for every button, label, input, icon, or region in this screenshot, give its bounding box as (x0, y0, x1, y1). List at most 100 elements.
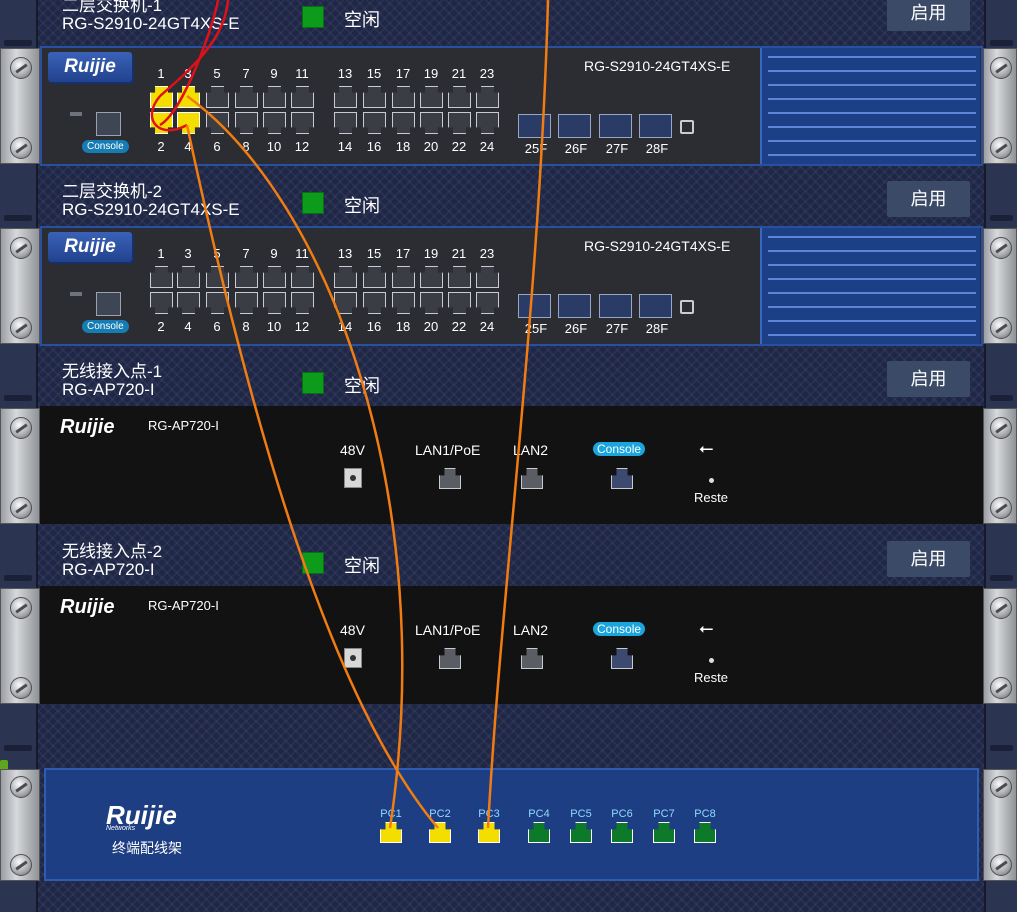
patch-port-pc7[interactable] (653, 822, 675, 843)
port-16[interactable] (363, 112, 386, 134)
port-7[interactable] (235, 266, 258, 288)
port-11[interactable] (291, 266, 314, 288)
port-4[interactable] (177, 112, 200, 134)
patch-port-pc2[interactable] (429, 822, 451, 843)
terminal-patch-panel: Ruijie Networks 终端配线架 PC1 PC2 PC3 PC4 PC5 PC6… (44, 768, 979, 881)
enable-button[interactable]: 启用 (887, 181, 970, 217)
sfp-port-27F[interactable] (599, 114, 632, 138)
sfp-port-26F[interactable] (558, 294, 591, 318)
port-21[interactable] (448, 266, 471, 288)
device-ear-left (0, 228, 40, 344)
console-port[interactable] (96, 292, 121, 316)
patch-port-pc5[interactable] (570, 822, 592, 843)
sfp-port-28F[interactable] (639, 294, 672, 318)
patch-port-pc1[interactable] (380, 822, 402, 843)
power-jack[interactable] (344, 468, 362, 488)
port-8[interactable] (235, 292, 258, 314)
port-6[interactable] (206, 292, 229, 314)
port-15[interactable] (363, 86, 386, 108)
port-14[interactable] (334, 292, 357, 314)
port-24[interactable] (476, 292, 499, 314)
sfp-port-label: 26F (564, 321, 588, 336)
sfp-port-25F[interactable] (518, 114, 551, 138)
port-4[interactable] (177, 292, 200, 314)
port-6[interactable] (206, 112, 229, 134)
port-13[interactable] (334, 86, 357, 108)
port-10[interactable] (263, 292, 286, 314)
console-port[interactable] (611, 468, 633, 489)
power-jack[interactable] (344, 648, 362, 668)
port-22[interactable] (448, 292, 471, 314)
enable-button[interactable]: 启用 (887, 0, 970, 31)
port-10[interactable] (263, 112, 286, 134)
sfp-port-26F[interactable] (558, 114, 591, 138)
port-20[interactable] (420, 112, 443, 134)
port-5[interactable] (206, 86, 229, 108)
port-12[interactable] (291, 112, 314, 134)
patch-panel-ear-left (0, 769, 40, 881)
port-16[interactable] (363, 292, 386, 314)
port-17[interactable] (392, 266, 415, 288)
port-13[interactable] (334, 266, 357, 288)
enable-button[interactable]: 启用 (887, 361, 970, 397)
sfp-port-25F[interactable] (518, 294, 551, 318)
port-15[interactable] (363, 266, 386, 288)
port-9[interactable] (263, 266, 286, 288)
port-number: 2 (157, 139, 165, 154)
port-2[interactable] (150, 112, 173, 134)
patch-port-pc3[interactable] (478, 822, 500, 843)
reset-label: Reste (694, 670, 728, 685)
port-number: 23 (479, 66, 495, 81)
sfp-port-28F[interactable] (639, 114, 672, 138)
port-1[interactable] (150, 266, 173, 288)
lan1-poe-port[interactable] (439, 648, 461, 669)
port-17[interactable] (392, 86, 415, 108)
reset-button[interactable] (709, 658, 714, 663)
screw-icon (10, 57, 32, 79)
port-3[interactable] (177, 266, 200, 288)
port-8[interactable] (235, 112, 258, 134)
vent-grille (760, 228, 980, 344)
port-19[interactable] (420, 266, 443, 288)
port-24[interactable] (476, 112, 499, 134)
device-ear-right (983, 588, 1017, 704)
reset-button[interactable] (709, 478, 714, 483)
console-port[interactable] (96, 112, 121, 136)
port-number: 19 (423, 66, 439, 81)
device-status: 空闲 (344, 196, 380, 216)
port-23[interactable] (476, 266, 499, 288)
enable-button[interactable]: 启用 (887, 541, 970, 577)
lan2-port[interactable] (521, 468, 543, 489)
patch-panel-brand-sub: Networks (106, 825, 136, 832)
port-9[interactable] (263, 86, 286, 108)
port-1[interactable] (150, 86, 173, 108)
port-20[interactable] (420, 292, 443, 314)
device-header: 二层交换机-2 RG-S2910-24GT4XS-E 空闲 启用 (40, 180, 984, 226)
port-2[interactable] (150, 292, 173, 314)
port-19[interactable] (420, 86, 443, 108)
status-led (70, 292, 82, 296)
port-18[interactable] (392, 112, 415, 134)
port-number: 20 (423, 139, 439, 154)
lan2-port[interactable] (521, 648, 543, 669)
lan1-poe-port[interactable] (439, 468, 461, 489)
patch-port-pc6[interactable] (611, 822, 633, 843)
port-7[interactable] (235, 86, 258, 108)
port-5[interactable] (206, 266, 229, 288)
port-3[interactable] (177, 86, 200, 108)
patch-port-pc4[interactable] (528, 822, 550, 843)
port-22[interactable] (448, 112, 471, 134)
sfp-port-27F[interactable] (599, 294, 632, 318)
port-23[interactable] (476, 86, 499, 108)
console-port[interactable] (611, 648, 633, 669)
console-label: Console (593, 442, 646, 456)
port-14[interactable] (334, 112, 357, 134)
ap-model: RG-AP720-I (148, 598, 219, 613)
patch-port-pc8[interactable] (694, 822, 716, 843)
port-12[interactable] (291, 292, 314, 314)
port-number: 22 (451, 319, 467, 334)
port-11[interactable] (291, 86, 314, 108)
port-18[interactable] (392, 292, 415, 314)
ruijie-logo: Ruijie (48, 52, 132, 82)
port-21[interactable] (448, 86, 471, 108)
